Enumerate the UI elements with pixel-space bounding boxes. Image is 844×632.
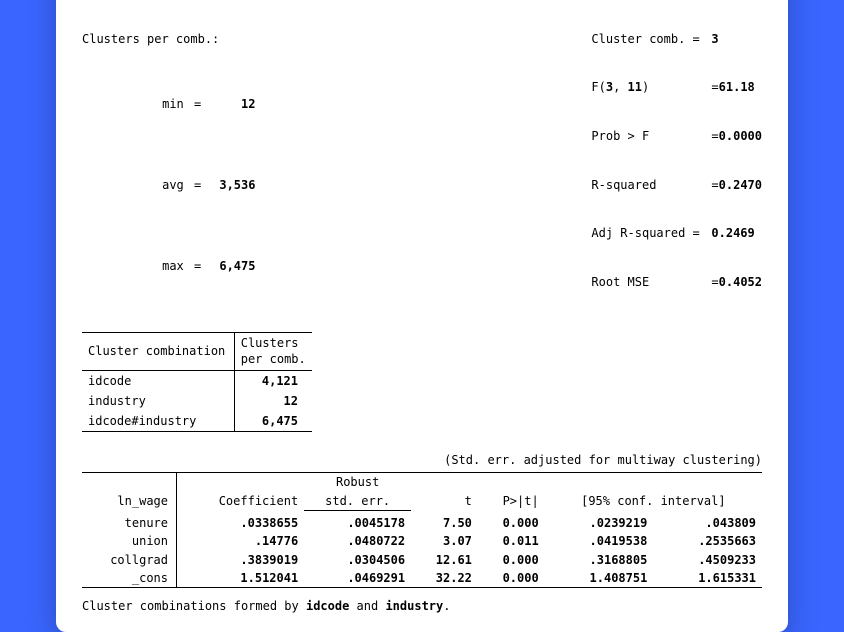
table-row: industry 12 [82,391,312,411]
var-name: union [82,532,177,550]
probf-value: 0.0000 [719,128,762,144]
f-value: 61.18 [719,79,755,95]
ci-hi: 1.615331 [653,569,762,588]
ci-hi: .043809 [653,514,762,532]
cluster-hdr-name: Cluster combination [82,333,234,370]
stata-output-panel: . regress ln_wage tenure union collgrad,… [56,0,788,632]
p-header: P>|t| [478,473,545,510]
tval: 3.07 [411,532,478,550]
comb-label: Cluster comb. = [591,31,711,47]
cluster-row-value: 12 [234,391,312,411]
se: .0304506 [304,551,411,569]
probf-label: Prob > F [591,128,711,144]
ci-header: [95% conf. interval] [545,473,762,510]
cluster-row-value: 6,475 [234,411,312,432]
se-note: (Std. err. adjusted for multiway cluster… [82,452,762,468]
ci-hi: .2535663 [653,532,762,550]
var-name: tenure [82,514,177,532]
pval: 0.000 [478,514,545,532]
avg-value: 3,536 [211,177,255,193]
ci-lo: .3168805 [545,551,654,569]
clusters-per-comb-label: Clusters per comb.: [82,31,255,47]
tval: 7.50 [411,514,478,532]
pval: 0.000 [478,551,545,569]
header-block: Linear regression Clusters per comb.: mi… [82,0,762,322]
comb-value: 3 [711,31,718,47]
ci-lo: .0419538 [545,532,654,550]
t-header: t [411,473,478,510]
regression-table: ln_wage Coefficient Robust t P>|t| [95% … [82,472,762,588]
pval: 0.000 [478,569,545,588]
coef-header: Coefficient [177,473,305,510]
ci-lo: .0239219 [545,514,654,532]
footer-idcode: idcode [306,599,349,613]
table-row: collgrad .3839019 .0304506 12.61 0.000 .… [82,551,762,569]
ci-hi: .4509233 [653,551,762,569]
var-name: collgrad [82,551,177,569]
min-label: min [140,96,184,112]
cluster-combination-table: Cluster combination Clusters per comb. i… [82,332,312,432]
footer-industry: industry [385,599,443,613]
r2-value: 0.2470 [719,177,762,193]
avg-label: avg [140,177,184,193]
coef: .0338655 [177,514,305,532]
cluster-row-name: idcode#industry [82,411,234,432]
r2-label: R-squared [591,177,711,193]
adjr2-value: 0.2469 [711,225,754,241]
tval: 32.22 [411,569,478,588]
se: .0469291 [304,569,411,588]
cluster-row-name: industry [82,391,234,411]
cluster-row-name: idcode [82,370,234,391]
depvar-label: ln_wage [82,473,177,510]
tval: 12.61 [411,551,478,569]
table-row: idcode#industry 6,475 [82,411,312,432]
max-value: 6,475 [211,258,255,274]
table-row: idcode 4,121 [82,370,312,391]
header-right: Number of obs = 18,925 Cluster comb. = 3… [591,0,762,322]
se: .0045178 [304,514,411,532]
ci-lo: 1.408751 [545,569,654,588]
coef: 1.512041 [177,569,305,588]
footer-note: Cluster combinations formed by idcode an… [82,598,762,614]
cluster-hdr-count: Clusters per comb. [234,333,312,370]
table-row: union .14776 .0480722 3.07 0.011 .041953… [82,532,762,550]
cluster-row-value: 4,121 [234,370,312,391]
var-name: _cons [82,569,177,588]
se-header-a: Robust [304,473,411,492]
max-label: max [140,258,184,274]
rmse-value: 0.4052 [719,274,762,290]
rmse-label: Root MSE [591,274,711,290]
adjr2-label: Adj R-squared = [591,225,711,241]
f-label: F(3, 11) [591,79,711,95]
table-row: tenure .0338655 .0045178 7.50 0.000 .023… [82,514,762,532]
se: .0480722 [304,532,411,550]
pval: 0.011 [478,532,545,550]
coef: .14776 [177,532,305,550]
table-row: _cons 1.512041 .0469291 32.22 0.000 1.40… [82,569,762,588]
se-header-b: std. err. [304,492,411,511]
coef: .3839019 [177,551,305,569]
min-value: 12 [211,96,255,112]
header-left: Linear regression Clusters per comb.: mi… [82,0,255,322]
